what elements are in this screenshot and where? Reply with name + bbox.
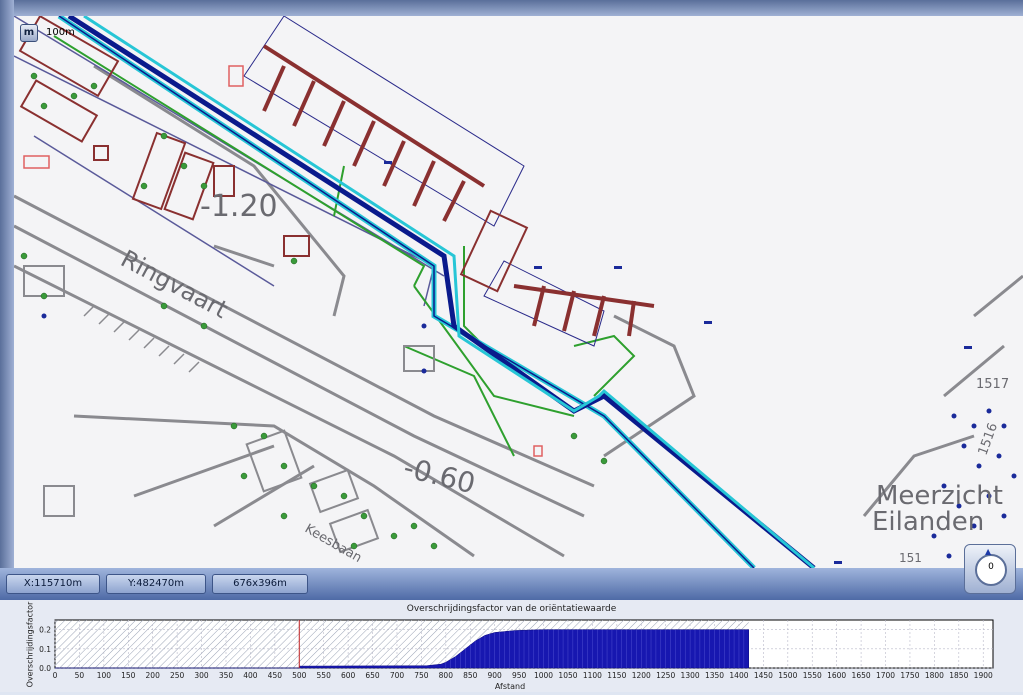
x-tick-label: 1600 (827, 671, 846, 680)
x-tick-label: 1350 (705, 671, 724, 680)
x-tick-label: 550 (317, 671, 332, 680)
x-tick-label: 1150 (607, 671, 626, 680)
x-tick-label: 1450 (754, 671, 773, 680)
x-tick-label: 450 (268, 671, 283, 680)
x-tick-label: 1250 (656, 671, 675, 680)
x-tick-label: 950 (512, 671, 527, 680)
y-coordinate: Y:482470m (106, 574, 206, 594)
x-tick-label: 1750 (900, 671, 919, 680)
x-tick-label: 50 (75, 671, 85, 680)
x-tick-label: 800 (439, 671, 454, 680)
x-tick-label: 1700 (876, 671, 895, 680)
x-tick-label: 100 (97, 671, 112, 680)
x-tick-label: 650 (365, 671, 380, 680)
x-tick-label: 900 (488, 671, 503, 680)
waterway-label: Ringvaart (116, 245, 232, 325)
x-coordinate: X:115710m (6, 574, 100, 594)
depth-label-1: -1.20 (200, 189, 278, 224)
y-tick-label: 0.0 (39, 664, 51, 673)
x-tick-label: 500 (292, 671, 307, 680)
number-label-151: 151 (899, 551, 922, 565)
x-tick-label: 850 (463, 671, 478, 680)
x-tick-label: 1850 (949, 671, 968, 680)
compass-control[interactable]: ▲ 0 (964, 544, 1016, 594)
left-ruler (0, 0, 14, 600)
x-tick-label: 700 (390, 671, 405, 680)
x-tick-label: 1050 (558, 671, 577, 680)
compass-value: 0 (988, 562, 994, 572)
number-label-1516: 1516 (976, 421, 1001, 457)
top-ruler (0, 0, 1023, 16)
y-tick-label: 0.2 (39, 626, 51, 635)
x-tick-label: 400 (243, 671, 258, 680)
x-tick-label: 600 (341, 671, 356, 680)
x-tick-label: 1800 (925, 671, 944, 680)
x-tick-label: 250 (170, 671, 185, 680)
view-size: 676x396m (212, 574, 308, 594)
x-tick-label: 1300 (681, 671, 700, 680)
x-tick-label: 1500 (778, 671, 797, 680)
zoom-mode-button[interactable]: m (20, 24, 38, 42)
profile-chart: 0 50 100 150 200 250 300 350 400 450 500 550 600 650 7… (39, 619, 994, 680)
x-tick-label: 1650 (852, 671, 871, 680)
x-tick-label: 300 (194, 671, 209, 680)
map-view[interactable]: -1.20 -0.60 Ringvaart Keesbaan Meerzicht… (14, 16, 1023, 568)
area-label-line2: Eilanden (872, 507, 984, 537)
x-tick-label: 1200 (632, 671, 651, 680)
north-arrow-icon: ▲ (985, 547, 992, 556)
x-tick-label: 750 (414, 671, 429, 680)
x-tick-label: 1400 (729, 671, 748, 680)
y-tick-label: 0.1 (39, 645, 51, 654)
x-tick-label: 0 (53, 671, 58, 680)
map-canvas[interactable]: -1.20 -0.60 Ringvaart Keesbaan Meerzicht… (14, 16, 1023, 568)
depth-label-2: -0.60 (400, 451, 478, 501)
x-tick-label: 1100 (583, 671, 602, 680)
scale-label: 100m (46, 27, 75, 38)
x-tick-label: 200 (146, 671, 161, 680)
number-label-1517: 1517 (976, 377, 1009, 392)
x-tick-label: 1900 (974, 671, 993, 680)
x-tick-label: 1000 (534, 671, 553, 680)
x-tick-label: 1550 (803, 671, 822, 680)
x-tick-label: 350 (219, 671, 234, 680)
x-tick-label: 150 (121, 671, 136, 680)
